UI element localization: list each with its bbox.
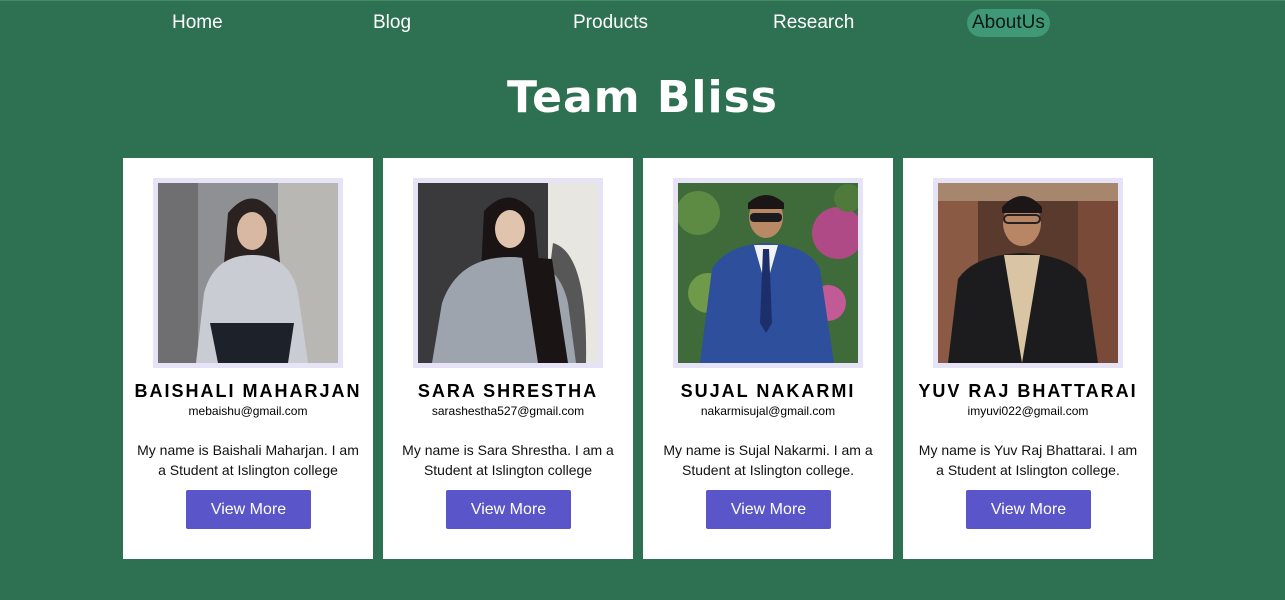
member-photo (158, 183, 338, 363)
member-photo-frame (413, 178, 603, 368)
view-more-button[interactable]: View More (446, 490, 571, 529)
team-member-card: YUV RAJ BHATTARAI imyuvi022@gmail.com My… (903, 158, 1153, 559)
member-photo-frame (153, 178, 343, 368)
member-photo-frame (933, 178, 1123, 368)
nav-home-link[interactable]: Home (172, 9, 223, 37)
view-more-button[interactable]: View More (186, 490, 311, 529)
member-email: imyuvi022@gmail.com (967, 404, 1089, 418)
member-name: YUV RAJ BHATTARAI (918, 381, 1138, 401)
member-email: nakarmisujal@gmail.com (700, 404, 836, 418)
member-name: BAISHALI MAHARJAN (134, 381, 362, 401)
nav-research-link[interactable]: Research (773, 9, 854, 37)
view-more-button[interactable]: View More (706, 490, 831, 529)
nav-blog-link[interactable]: Blog (373, 9, 411, 37)
member-photo (938, 183, 1118, 363)
member-email: sarashestha527@gmail.com (431, 404, 585, 418)
nav-aboutus-link[interactable]: AboutUs (967, 9, 1050, 37)
member-photo (678, 183, 858, 363)
team-member-card: SUJAL NAKARMI nakarmisujal@gmail.com My … (643, 158, 893, 559)
team-member-card: SARA SHRESTHA sarashestha527@gmail.com M… (383, 158, 633, 559)
main-nav: Home Blog Products Research AboutUs (0, 0, 1285, 46)
member-bio: My name is Yuv Raj Bhattarai. I am a Stu… (918, 442, 1138, 478)
member-name: SUJAL NAKARMI (680, 381, 856, 401)
member-name: SARA SHRESTHA (417, 381, 599, 401)
member-bio: My name is Sujal Nakarmi. I am a Student… (663, 442, 873, 478)
nav-products-link[interactable]: Products (573, 9, 648, 37)
team-member-card: BAISHALI MAHARJAN mebaishu@gmail.com My … (123, 158, 373, 559)
member-photo-frame (673, 178, 863, 368)
member-photo (418, 183, 598, 363)
view-more-button[interactable]: View More (966, 490, 1091, 529)
page-title: Team Bliss (507, 72, 778, 123)
member-bio: My name is Baishali Maharjan. I am a Stu… (137, 442, 359, 478)
member-bio: My name is Sara Shrestha. I am a Student… (402, 442, 614, 478)
member-email: mebaishu@gmail.com (188, 404, 308, 418)
